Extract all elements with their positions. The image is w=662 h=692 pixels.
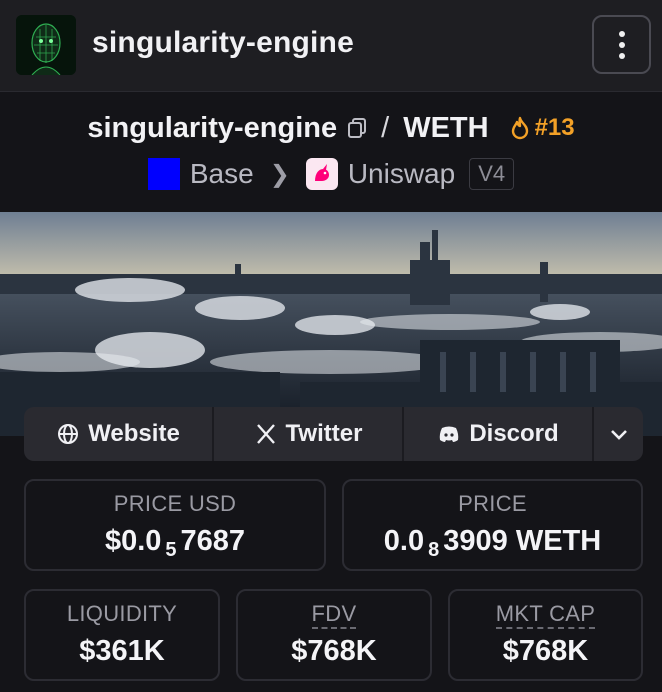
discord-label: Discord <box>469 420 559 447</box>
fdv-label[interactable]: FDV <box>311 601 357 629</box>
liquidity-value: $361K <box>79 635 165 667</box>
liquidity-card: LIQUIDITY $361K <box>24 589 220 681</box>
fdv-label-wrap: FDV <box>238 601 430 629</box>
discord-icon <box>440 426 459 442</box>
price-usd-digits: 7687 <box>180 525 246 557</box>
price-usd-prefix: $0.0 <box>104 525 162 557</box>
price-weth-card: PRICE 0.0 8 3909 WETH <box>342 479 643 571</box>
mkt-cap-label-wrap: MKT CAP <box>450 601 641 629</box>
price-zero-count: 8 <box>428 539 440 561</box>
social-links-bar: Website Twitter Discord <box>24 407 643 461</box>
trending-rank[interactable]: #13 <box>509 114 575 142</box>
chain-info: Base ❯ Uniswap V4 <box>0 155 662 193</box>
top-bar: singularity-engine <box>0 0 662 92</box>
more-links-button[interactable] <box>594 407 643 461</box>
more-vertical-icon <box>618 30 625 37</box>
price-weth-value: 0.0 8 3909 WETH <box>344 525 641 562</box>
twitter-label: Twitter <box>285 420 363 447</box>
fdv-value: $768K <box>291 635 377 667</box>
chevron-right-icon: ❯ <box>269 160 290 188</box>
mkt-cap-value: $768K <box>502 635 589 667</box>
quote-token-name: WETH <box>403 111 489 144</box>
mkt-cap-card: MKT CAP $768K <box>448 589 643 681</box>
website-label: Website <box>88 420 180 447</box>
pair-separator: / <box>381 111 390 144</box>
uniswap-icon <box>305 158 338 190</box>
rank-value: #13 <box>534 114 575 141</box>
liquidity-label: LIQUIDITY <box>66 601 178 626</box>
dex-version-badge: V4 <box>469 158 515 190</box>
price-usd-value: $0.0 5 7687 <box>26 525 324 562</box>
price-digits: 3909 WETH <box>443 525 602 557</box>
base-token-name: singularity-engine <box>87 111 338 144</box>
chain-name[interactable]: Base <box>190 158 254 190</box>
token-banner-image <box>0 212 662 436</box>
discord-link-button[interactable]: Discord <box>404 407 594 461</box>
more-menu-button[interactable] <box>592 15 651 74</box>
price-usd-card: PRICE USD $0.0 5 7687 <box>24 479 326 571</box>
price-usd-zero-count: 5 <box>165 539 177 561</box>
chevron-down-icon <box>610 430 627 440</box>
flame-icon <box>511 116 528 140</box>
token-name-title: singularity-engine <box>92 26 354 59</box>
price-usd-label: PRICE USD <box>113 491 237 516</box>
token-avatar <box>16 15 76 75</box>
price-label: PRICE <box>458 491 527 516</box>
globe-icon <box>58 424 79 444</box>
mkt-cap-label[interactable]: MKT CAP <box>495 601 596 629</box>
pair-heading: singularity-engine / WETH #13 <box>0 108 662 148</box>
more-vertical-icon-dot <box>618 41 625 48</box>
copy-icon[interactable] <box>347 117 367 139</box>
base-chain-icon <box>147 158 180 190</box>
x-icon <box>256 424 275 444</box>
price-prefix: 0.0 <box>383 525 425 557</box>
website-link-button[interactable]: Website <box>24 407 214 461</box>
more-vertical-icon-dot <box>618 52 625 59</box>
twitter-link-button[interactable]: Twitter <box>214 407 404 461</box>
dex-name[interactable]: Uniswap <box>348 158 455 190</box>
fdv-card: FDV $768K <box>236 589 432 681</box>
